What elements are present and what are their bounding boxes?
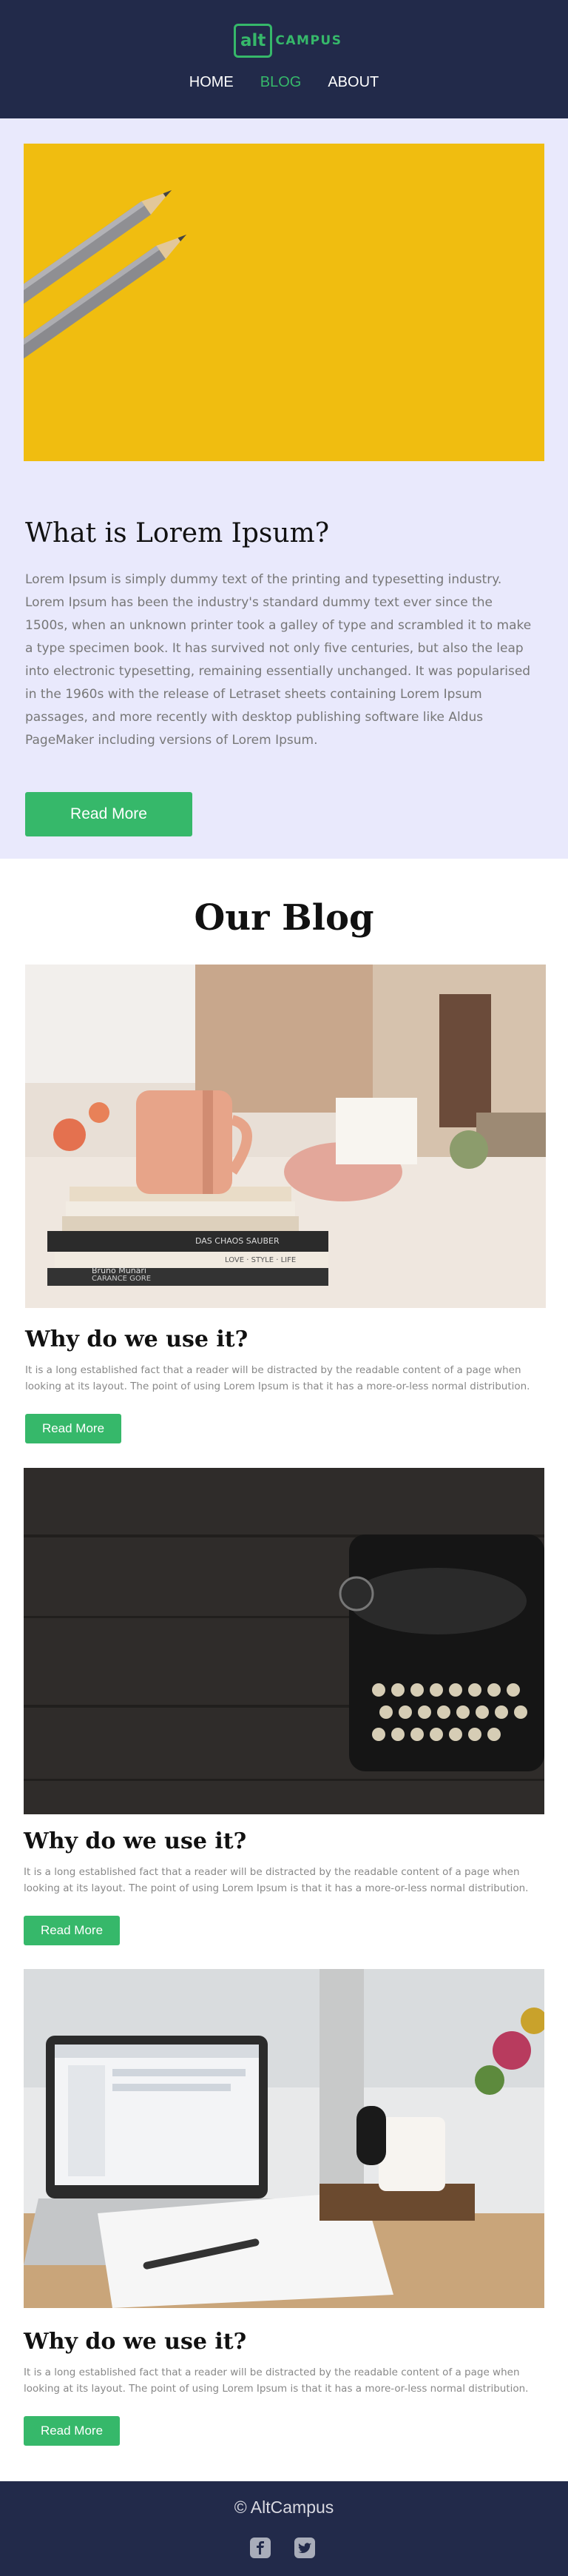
post-excerpt: It is a long established fact that a rea… xyxy=(25,1364,530,1392)
site-footer: © AltCampus xyxy=(0,2481,568,2576)
post-read-more-button[interactable]: Read More xyxy=(25,1414,121,1443)
pencils-illustration xyxy=(24,144,544,461)
hero-read-more-button[interactable]: Read More xyxy=(25,792,192,836)
footer-copyright: © AltCampus xyxy=(234,2498,334,2517)
blog-section-title: Our Blog xyxy=(194,897,374,939)
logo-box: alt xyxy=(234,24,273,58)
hero-text: Lorem Ipsum is simply dummy text of the … xyxy=(25,572,532,748)
social-links xyxy=(250,2538,315,2558)
altcampus-logo[interactable]: alt CAMPUS xyxy=(234,24,342,58)
logo-text: CAMPUS xyxy=(275,33,342,48)
post-image-typewriter xyxy=(24,1468,544,1814)
post-image-laptop xyxy=(24,1969,544,2308)
nav-blog[interactable]: BLOG xyxy=(260,74,302,91)
book-spine-4: CARANCE GORE xyxy=(92,1275,151,1283)
post-read-more-button[interactable]: Read More xyxy=(24,2416,120,2446)
hero-image-pencils xyxy=(24,144,544,461)
post-title: Why do we use it? xyxy=(24,1828,247,1854)
site-header: alt CAMPUS HOME BLOG ABOUT xyxy=(0,0,568,118)
facebook-icon[interactable] xyxy=(250,2538,271,2558)
post-title: Why do we use it? xyxy=(25,1326,248,1352)
book-spine-3: LOVE · STYLE · LIFE xyxy=(225,1256,296,1264)
post-excerpt: It is a long established fact that a rea… xyxy=(24,1866,529,1894)
post-title: Why do we use it? xyxy=(24,2329,247,2355)
post-excerpt: It is a long established fact that a rea… xyxy=(24,2367,529,2395)
main-nav: HOME BLOG ABOUT xyxy=(0,74,568,91)
book-spine-2: DAS CHAOS SAUBER xyxy=(195,1236,280,1246)
nav-about[interactable]: ABOUT xyxy=(328,74,379,91)
post-image-mug-books: Bruno Munari DAS CHAOS SAUBER LOVE · STY… xyxy=(25,965,546,1308)
post-read-more-button[interactable]: Read More xyxy=(24,1916,120,1945)
nav-home[interactable]: HOME xyxy=(189,74,234,91)
hero-title: What is Lorem Ipsum? xyxy=(25,518,330,549)
twitter-icon[interactable] xyxy=(294,2538,315,2558)
